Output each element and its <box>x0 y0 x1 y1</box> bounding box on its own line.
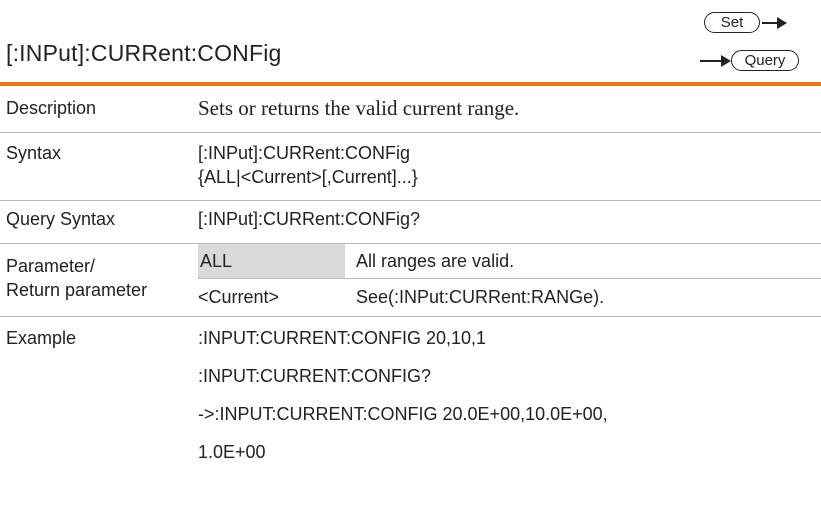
example-line: ->:INPUT:CURRENT:CONFIG 20.0E+00,10.0E+0… <box>198 404 608 424</box>
param-name: <Current> <box>198 287 280 307</box>
set-arrow-icon <box>762 17 787 29</box>
param-description: See(:INPut:CURRent:RANGe). <box>356 287 605 307</box>
row-divider <box>0 243 821 244</box>
query-badge: Query <box>731 50 799 71</box>
query-arrow-icon <box>700 55 731 67</box>
example-line: :INPUT:CURRENT:CONFIG 20,10,1 <box>198 328 487 348</box>
param-name: ALL <box>200 251 233 271</box>
return-parameter-label: Return parameter <box>6 280 148 300</box>
syntax-label: Syntax <box>6 143 62 163</box>
param-divider <box>198 278 821 279</box>
description-text: Sets or returns the valid current range. <box>198 96 520 120</box>
query-syntax-label: Query Syntax <box>6 209 116 229</box>
set-badge: Set <box>704 12 760 33</box>
command-type-indicator: Set Query <box>0 0 821 80</box>
row-divider <box>0 316 821 317</box>
header-rule <box>0 82 821 86</box>
param-description: All ranges are valid. <box>356 251 515 271</box>
example-label: Example <box>6 328 77 348</box>
syntax-line-1: [:INPut]:CURRent:CONFig <box>198 143 411 163</box>
example-line: :INPUT:CURRENT:CONFIG? <box>198 366 432 386</box>
example-line: 1.0E+00 <box>198 442 266 462</box>
syntax-line-2: {ALL|<Current>[,Current]...} <box>198 167 418 187</box>
parameter-label: Parameter/ <box>6 256 96 276</box>
row-divider <box>0 132 821 133</box>
query-syntax-text: [:INPut]:CURRent:CONFig? <box>198 209 421 229</box>
description-label: Description <box>6 98 97 118</box>
row-divider <box>0 200 821 201</box>
